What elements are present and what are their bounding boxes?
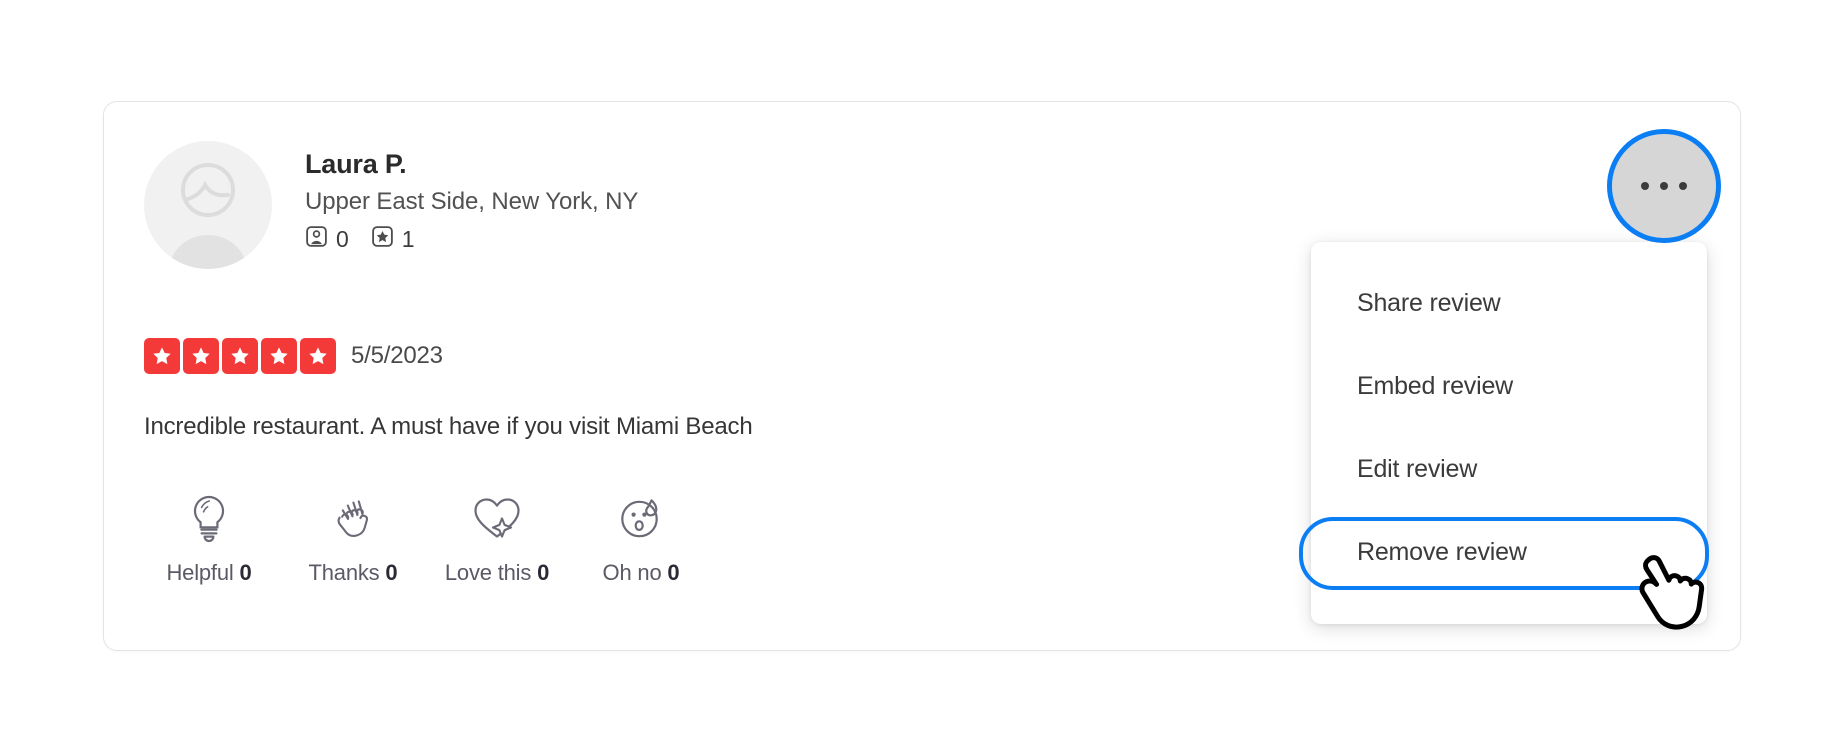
- stat-reviews: 1: [371, 225, 415, 253]
- reviews-star-icon: [371, 225, 394, 253]
- lightbulb-icon: [187, 491, 231, 545]
- menu-item-label: Share review: [1357, 288, 1501, 317]
- reaction-love-this-label: Love this 0: [444, 560, 550, 585]
- stat-friends-value: 0: [336, 225, 349, 252]
- star-icon: [222, 338, 258, 374]
- reaction-love-this-button[interactable]: Love this 0: [425, 491, 569, 586]
- reaction-oh-no-label: Oh no 0: [602, 560, 680, 585]
- review-text: Incredible restaurant. A must have if yo…: [144, 413, 753, 440]
- more-options-menu: Share review Embed review Edit review Re…: [1299, 242, 1709, 624]
- menu-item-label: Embed review: [1357, 371, 1513, 400]
- more-options-button[interactable]: [1607, 129, 1721, 243]
- menu-item-share-review[interactable]: Share review: [1311, 275, 1707, 331]
- ellipsis-icon: [1660, 182, 1668, 190]
- star-icon: [183, 338, 219, 374]
- ellipsis-icon: [1679, 182, 1687, 190]
- heart-sparkle-icon: [471, 491, 523, 545]
- menu-item-remove-review[interactable]: Remove review: [1299, 517, 1709, 590]
- user-avatar-placeholder-icon: [144, 141, 272, 269]
- menu-item-embed-review[interactable]: Embed review: [1311, 358, 1707, 414]
- stat-reviews-value: 1: [401, 225, 415, 252]
- reviewer-stats: 0 1: [305, 225, 638, 253]
- star-icon: [144, 338, 180, 374]
- reaction-helpful-label: Helpful 0: [166, 560, 252, 585]
- avatar: [144, 141, 272, 269]
- ellipsis-icon: [1641, 182, 1649, 190]
- menu-item-label: Edit review: [1357, 454, 1478, 483]
- reviewer-name[interactable]: Laura P.: [305, 149, 638, 181]
- waving-hand-icon: [328, 491, 378, 545]
- star-icon: [261, 338, 297, 374]
- review-header: Laura P. Upper East Side, New York, NY 0: [144, 141, 638, 269]
- surprised-face-icon: [616, 491, 666, 545]
- star-rating: [144, 338, 336, 374]
- stat-friends: 0: [305, 225, 349, 253]
- star-icon: [300, 338, 336, 374]
- reaction-thanks-label: Thanks 0: [308, 560, 398, 585]
- friends-icon: [305, 225, 328, 253]
- menu-item-label: Remove review: [1357, 537, 1527, 566]
- reaction-helpful-button[interactable]: Helpful 0: [137, 491, 281, 586]
- reaction-bar: Helpful 0 Thanks 0 Love this 0 Oh no 0: [137, 491, 713, 586]
- reaction-thanks-button[interactable]: Thanks 0: [281, 491, 425, 586]
- reviewer-identity: Laura P. Upper East Side, New York, NY 0: [305, 141, 638, 253]
- reviewer-location: Upper East Side, New York, NY: [305, 187, 639, 215]
- menu-item-edit-review[interactable]: Edit review: [1311, 441, 1707, 497]
- review-date: 5/5/2023: [351, 342, 443, 369]
- rating-row: 5/5/2023: [144, 338, 443, 374]
- reaction-oh-no-button[interactable]: Oh no 0: [569, 491, 713, 586]
